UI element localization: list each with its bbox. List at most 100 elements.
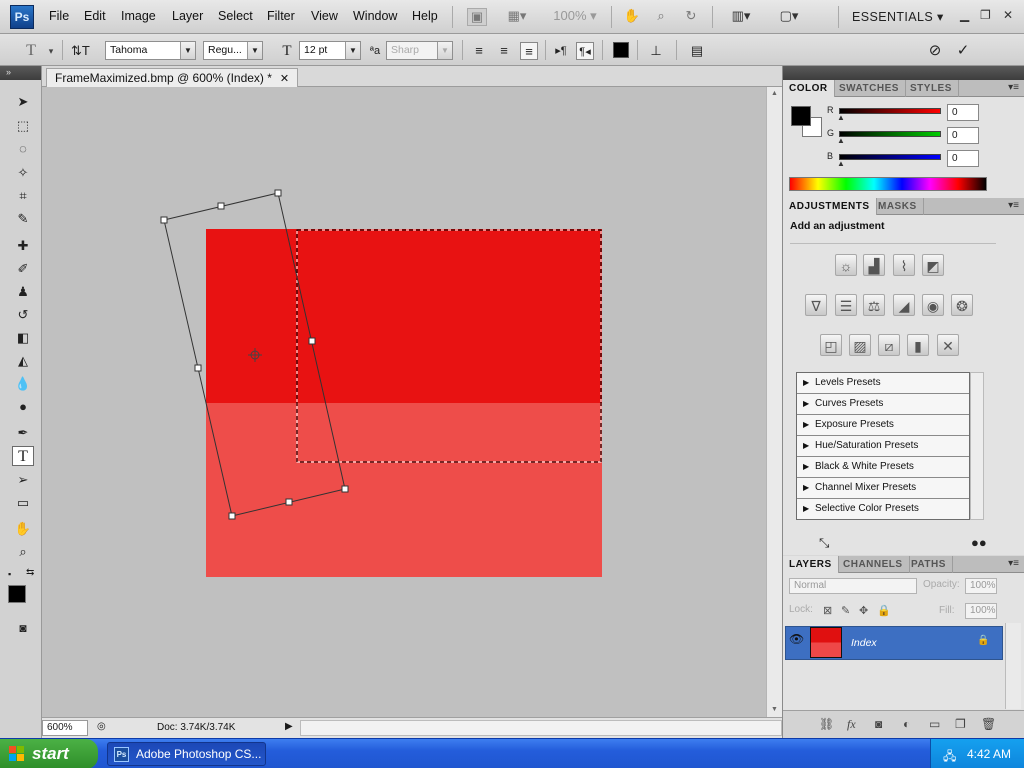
align-center-icon[interactable]: ≡ (495, 42, 513, 60)
zoom-tool-icon[interactable]: ⌕ (12, 542, 34, 562)
expand-arrow-icon[interactable]: ▶ (803, 373, 809, 393)
curves-icon[interactable]: ⌇ (893, 254, 915, 276)
red-channel-value[interactable]: 0 (947, 104, 979, 121)
expand-arrow-icon[interactable]: ▶ (803, 499, 809, 519)
color-spectrum[interactable] (789, 177, 987, 191)
add-mask-icon[interactable]: ◙ (875, 717, 882, 731)
brightness-icon[interactable]: ☼ (835, 254, 857, 276)
align-left-icon[interactable]: ≡ (470, 42, 488, 60)
rotate-view-icon[interactable]: ↻ (681, 8, 701, 26)
bridge-icon[interactable]: ▣ (467, 8, 487, 26)
workspace-switcher[interactable]: ESSENTIALS ▾ (852, 9, 944, 24)
crop-tool-icon[interactable]: ⌗ (12, 186, 34, 206)
arrange-documents-icon[interactable]: ▥▾ (724, 8, 758, 26)
clone-stamp-icon[interactable]: ♟ (12, 282, 34, 302)
preset-item[interactable]: ▶ Curves Presets (797, 394, 969, 415)
panel-menu-icon[interactable]: ▾≡ (1008, 558, 1019, 569)
green-channel-slider[interactable] (839, 131, 941, 137)
network-icon[interactable]: 🖧 (943, 747, 956, 768)
eraser-tool-icon[interactable]: ◧ (12, 328, 34, 348)
preset-item[interactable]: ▶ Selective Color Presets (797, 499, 969, 520)
transform-handle[interactable] (194, 364, 202, 372)
hand-tool-icon[interactable]: ✋ (12, 519, 34, 539)
tab-styles[interactable]: STYLES (904, 80, 959, 97)
lock-all-icon[interactable]: 🔒 (877, 604, 891, 617)
fill-field[interactable]: 100% (965, 603, 997, 619)
transform-handle[interactable] (274, 189, 282, 197)
link-layers-icon[interactable]: ⛓ (819, 717, 834, 731)
panel-dock-grip[interactable] (783, 66, 1024, 80)
quick-mask-icon[interactable]: ◙ (12, 618, 34, 638)
tab-color[interactable]: COLOR (783, 80, 835, 97)
tray-clock[interactable]: 4:42 AM (967, 747, 1011, 761)
hand-tool-icon[interactable]: ✋ (622, 8, 642, 26)
zoom-level-dropdown[interactable]: 100% ▾ (552, 8, 598, 26)
new-group-icon[interactable]: ▭ (929, 717, 940, 731)
scroll-down-icon[interactable]: ▼ (767, 703, 782, 717)
menu-help[interactable]: Help (412, 9, 438, 23)
lock-position-icon[interactable]: ✥ (859, 604, 868, 617)
menu-select[interactable]: Select (218, 9, 253, 23)
selective-color-icon[interactable]: ✕ (937, 334, 959, 356)
commit-edit-icon[interactable]: ✓ (954, 42, 972, 60)
lock-image-icon[interactable]: ✎ (841, 604, 850, 617)
hue-saturation-icon[interactable]: ☰ (835, 294, 857, 316)
threshold-icon[interactable]: ⧄ (878, 334, 900, 356)
foreground-color-swatch[interactable] (8, 585, 26, 603)
expand-arrow-icon[interactable]: ▶ (803, 478, 809, 498)
status-menu-arrow-icon[interactable]: ▶ (285, 721, 293, 732)
transform-handle[interactable] (285, 498, 293, 506)
text-orientation-icon[interactable]: ⇅T (71, 42, 90, 60)
layer-style-icon[interactable]: fx (847, 717, 856, 732)
blue-channel-slider[interactable] (839, 154, 941, 160)
channel-mixer-icon[interactable]: ❂ (951, 294, 973, 316)
blue-channel-value[interactable]: 0 (947, 150, 979, 167)
posterize-icon[interactable]: ▨ (849, 334, 871, 356)
brush-tool-icon[interactable]: ✐ (12, 259, 34, 279)
view-extras-icon[interactable]: ▦▾ (502, 8, 532, 26)
menu-window[interactable]: Window (353, 9, 397, 23)
magic-wand-icon[interactable]: ✧ (12, 163, 34, 183)
close-icon[interactable]: ✕ (1003, 8, 1013, 22)
status-info-icon[interactable]: ◎ (97, 721, 106, 732)
expand-arrow-icon[interactable]: ▶ (803, 394, 809, 414)
menu-edit[interactable]: Edit (84, 9, 106, 23)
font-family-select[interactable]: Tahoma ▼ (105, 41, 196, 60)
tab-paths[interactable]: PATHS (905, 556, 953, 573)
menu-file[interactable]: File (49, 9, 69, 23)
green-channel-value[interactable]: 0 (947, 127, 979, 144)
canvas-area[interactable] (42, 87, 766, 717)
align-right-icon[interactable]: ≡ (520, 42, 538, 60)
direction-rtl-icon[interactable]: ¶◂ (576, 42, 594, 60)
clip-to-layer-icon[interactable]: ●● (971, 535, 987, 550)
horizontal-scrollbar[interactable] (300, 720, 782, 736)
tool-preset-text-icon[interactable]: T (22, 42, 40, 60)
eyedropper-tool-icon[interactable]: ✎ (12, 209, 34, 229)
paint-bucket-icon[interactable]: ◭ (12, 351, 34, 371)
taskbar-item-photoshop[interactable]: Ps Adobe Photoshop CS... (107, 742, 266, 766)
menu-view[interactable]: View (311, 9, 338, 23)
adjustment-layer-icon[interactable]: ◐ (903, 717, 910, 731)
character-panel-icon[interactable]: ▤ (688, 42, 706, 60)
photo-filter-icon[interactable]: ◉ (922, 294, 944, 316)
foreground-color-swatch[interactable] (791, 106, 811, 126)
tab-channels[interactable]: CHANNELS (837, 556, 910, 573)
levels-icon[interactable]: ▟ (863, 254, 885, 276)
type-tool-icon[interactable]: T (12, 446, 34, 466)
color-balance-icon[interactable]: ⚖ (863, 294, 885, 316)
direction-ltr-icon[interactable]: ▸¶ (552, 42, 570, 60)
pen-tool-icon[interactable]: ✒ (12, 423, 34, 443)
warp-text-icon[interactable]: ⊥ (647, 42, 665, 60)
trash-icon[interactable]: 🗑 (981, 717, 996, 731)
minimize-icon[interactable]: ▁ (960, 8, 969, 22)
tab-layers[interactable]: LAYERS (783, 556, 839, 573)
layers-scrollbar[interactable] (1005, 623, 1021, 709)
preset-item[interactable]: ▶ Black & White Presets (797, 457, 969, 478)
transform-handle[interactable] (217, 202, 225, 210)
close-document-icon[interactable]: ✕ (280, 73, 289, 85)
transform-handle[interactable] (308, 337, 316, 345)
eye-icon[interactable]: 👁 (789, 632, 804, 646)
path-selection-icon[interactable]: ➢ (12, 470, 34, 490)
expand-arrow-icon[interactable]: ▶ (803, 457, 809, 477)
menu-filter[interactable]: Filter (267, 9, 295, 23)
